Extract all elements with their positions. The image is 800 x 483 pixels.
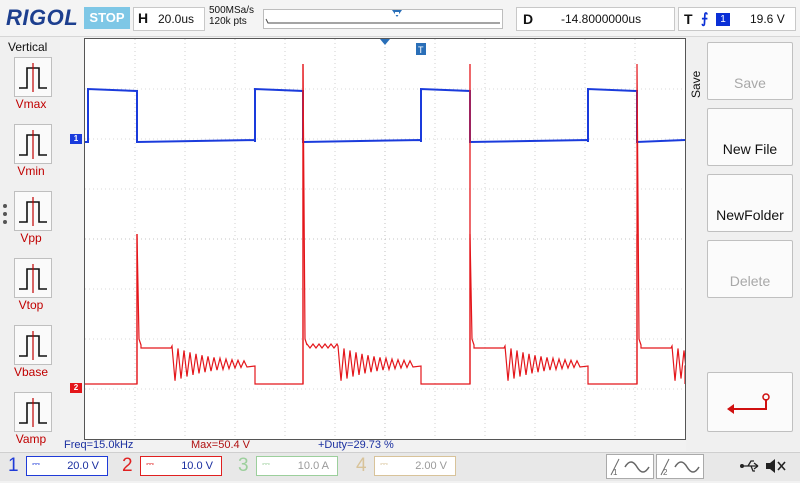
channel-scale: 20.0 V [67, 460, 99, 472]
measure-vmax-button[interactable] [14, 57, 52, 97]
save-button[interactable]: Save [707, 42, 793, 100]
new-file-button[interactable]: New File [707, 108, 793, 166]
measure-label: Vbase [13, 365, 49, 379]
delay-box[interactable]: D -14.8000000us [516, 7, 675, 31]
pulse-measure-icon [19, 63, 47, 92]
math-wave-icon[interactable]: 1 [606, 454, 654, 479]
trigger-position-marker [380, 39, 390, 45]
pulse-measure-icon [19, 331, 47, 360]
acquisition-info: 500MSa/s 120k pts [209, 5, 254, 27]
channel-1-scale-box[interactable]: ⎓ 20.0 V [26, 456, 108, 476]
trigger-source-badge: 1 [716, 13, 730, 26]
timebase-value: 20.0us [158, 12, 195, 26]
trigger-level: 19.6 V [750, 12, 785, 26]
measure-label: Vmin [17, 164, 45, 178]
max-measurement: Max=50.4 V [191, 439, 251, 451]
ch1-ground-marker[interactable]: 1 [70, 134, 82, 144]
delay-label: D [523, 11, 534, 27]
measure-label: Vmax [15, 97, 47, 111]
trigger-marker-label: T [418, 45, 424, 55]
page-dot [3, 212, 7, 216]
duty-measurement: +Duty=29.73 % [318, 439, 394, 451]
channel-scale: 10.0 A [297, 460, 329, 472]
coupling-dc-icon: ⎓ [32, 459, 40, 470]
horizontal-timebase-box[interactable]: H 20.0us [133, 7, 205, 31]
page-dot [3, 204, 7, 208]
run-stop-badge[interactable]: STOP [84, 7, 130, 29]
measure-label: Vamp [15, 432, 47, 446]
memory-overview-wave-icon [265, 10, 500, 24]
svg-text:1: 1 [613, 468, 618, 477]
svg-text:2: 2 [663, 468, 668, 477]
trigger-box[interactable]: T ⨍ 1 19.6 V [678, 7, 796, 31]
delay-value: -14.8000000us [561, 12, 642, 26]
measure-vtop-button[interactable] [14, 258, 52, 298]
delete-button[interactable]: Delete [707, 240, 793, 298]
coupling-dc-icon: ⎓ [146, 459, 154, 470]
measure-label: Vtop [18, 298, 44, 312]
measure-vpp-button[interactable] [14, 191, 52, 231]
rising-edge-icon: ⨍ [701, 10, 709, 26]
save-menu-title: Save [689, 70, 703, 98]
svg-text:Save: Save [689, 70, 703, 98]
channel-2-number[interactable]: 2 [122, 455, 133, 477]
pulse-measure-icon [19, 197, 47, 226]
waveform-display[interactable]: T [84, 38, 748, 440]
measure-label: Vpp [20, 231, 42, 245]
channel-2-scale-box[interactable]: ⎓ 10.0 V [140, 456, 222, 476]
vertical-menu-title: Vertical [8, 40, 48, 54]
memory-waveform-overview[interactable] [263, 9, 503, 29]
trigger-label: T [684, 11, 693, 27]
back-button[interactable] [707, 372, 793, 432]
channel-3-scale-box[interactable]: ⎓ 10.0 A [256, 456, 338, 476]
decode-wave-icon[interactable]: 2 [656, 454, 704, 479]
freq-measurement: Freq=15.0kHz [64, 439, 134, 451]
measure-vmin-button[interactable] [14, 124, 52, 164]
usb-icon [740, 456, 762, 476]
new-folder-button[interactable]: NewFolder [707, 174, 793, 232]
sample-rate: 500MSa/s [209, 5, 255, 16]
pulse-measure-icon [19, 130, 47, 159]
pulse-measure-icon [19, 264, 47, 293]
coupling-dc-icon: ⎓ [262, 459, 270, 470]
measurement-results: Freq=15.0kHz Max=50.4 V +Duty=29.73 % [60, 438, 686, 452]
measure-vbase-button[interactable] [14, 325, 52, 365]
memory-depth: 120k pts [209, 16, 247, 27]
waveform-grid: T [85, 39, 748, 439]
horizontal-label: H [138, 10, 149, 26]
measure-vamp-button[interactable] [14, 392, 52, 432]
rigol-logo: RIGOL [6, 5, 79, 30]
channel-scale: 2.00 V [415, 460, 447, 472]
channel-3-number[interactable]: 3 [238, 455, 249, 477]
speaker-mute-icon[interactable] [764, 456, 788, 476]
channel-scale: 10.0 V [181, 460, 213, 472]
return-arrow-icon [727, 393, 770, 414]
coupling-dc-icon: ⎓ [380, 459, 388, 470]
channel-4-number[interactable]: 4 [356, 455, 367, 477]
pulse-measure-icon [19, 398, 47, 427]
channel-1-number[interactable]: 1 [8, 455, 19, 477]
page-dot [3, 220, 7, 224]
channel-4-scale-box[interactable]: ⎓ 2.00 V [374, 456, 456, 476]
ch2-ground-marker[interactable]: 2 [70, 383, 82, 393]
